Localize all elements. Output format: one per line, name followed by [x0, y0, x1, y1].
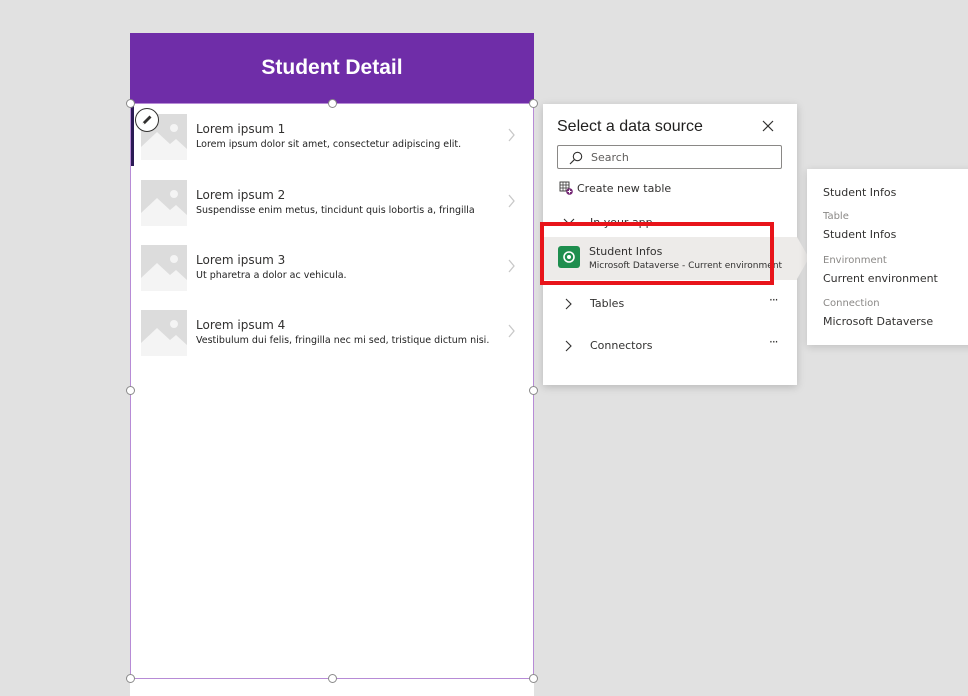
info-connection-label: Connection	[823, 298, 880, 309]
gallery-item-title: Lorem ipsum 4	[196, 318, 286, 332]
more-options-icon[interactable]: ···	[769, 293, 779, 307]
connectors-nav-item[interactable]: Connectors ···	[543, 330, 797, 362]
gallery-item-title: Lorem ipsum 3	[196, 253, 286, 267]
chevron-right-icon[interactable]	[507, 322, 517, 340]
gallery-item-subtitle: Lorem ipsum dolor sit amet, consectetur …	[196, 139, 462, 150]
gallery-item-subtitle: Vestibulum dui felis, fringilla nec mi s…	[196, 335, 490, 346]
resize-handle[interactable]	[126, 386, 135, 395]
resize-handle[interactable]	[328, 674, 337, 683]
screen-header: Student Detail	[130, 33, 534, 103]
gallery-item-subtitle: Suspendisse enim metus, tincidunt quis l…	[196, 205, 475, 216]
search-icon	[569, 151, 583, 165]
info-environment-label: Environment	[823, 255, 887, 266]
resize-handle[interactable]	[529, 386, 538, 395]
tables-label: Tables	[590, 297, 625, 310]
tables-nav-item[interactable]: Tables ···	[543, 288, 797, 320]
pencil-icon	[142, 115, 152, 125]
resize-handle[interactable]	[126, 674, 135, 683]
info-connection-value: Microsoft Dataverse	[823, 315, 934, 328]
table-add-icon	[559, 181, 573, 195]
info-title: Student Infos	[823, 186, 897, 199]
header-title: Student Detail	[261, 56, 403, 79]
highlight-box	[540, 222, 774, 285]
data-source-info-card: Student Infos Table Student Infos Enviro…	[807, 169, 968, 345]
more-options-icon[interactable]: ···	[769, 335, 779, 349]
edit-gallery-button[interactable]	[135, 108, 159, 132]
gallery-item[interactable]: Lorem ipsum 2 Suspendisse enim metus, ti…	[131, 170, 533, 234]
search-input[interactable]: Search	[557, 145, 782, 169]
gallery-item-title: Lorem ipsum 1	[196, 122, 286, 136]
panel-title: Select a data source	[557, 118, 703, 135]
connectors-label: Connectors	[590, 339, 653, 352]
close-icon[interactable]	[761, 119, 775, 133]
gallery-item[interactable]: Lorem ipsum 4 Vestibulum dui felis, frin…	[131, 300, 533, 364]
chevron-right-icon[interactable]	[507, 192, 517, 210]
resize-handle[interactable]	[328, 99, 337, 108]
resize-handle[interactable]	[529, 99, 538, 108]
search-placeholder: Search	[591, 151, 629, 164]
resize-handle[interactable]	[529, 674, 538, 683]
gallery[interactable]: Lorem ipsum 1 Lorem ipsum dolor sit amet…	[130, 103, 534, 679]
info-table-label: Table	[823, 211, 849, 222]
chevron-right-icon	[565, 340, 572, 352]
chevron-right-icon	[565, 298, 572, 310]
chevron-right-icon[interactable]	[507, 126, 517, 144]
gallery-item[interactable]: Lorem ipsum 1 Lorem ipsum dolor sit amet…	[131, 104, 533, 168]
image-placeholder-icon	[141, 245, 187, 291]
gallery-item[interactable]: Lorem ipsum 3 Ut pharetra a dolor ac veh…	[131, 235, 533, 299]
create-new-table-label: Create new table	[577, 182, 672, 195]
gallery-item-subtitle: Ut pharetra a dolor ac vehicula.	[196, 270, 347, 281]
image-placeholder-icon	[141, 180, 187, 226]
image-placeholder-icon	[141, 310, 187, 356]
info-table-value: Student Infos	[823, 228, 897, 241]
info-environment-value: Current environment	[823, 272, 938, 285]
gallery-item-title: Lorem ipsum 2	[196, 188, 286, 202]
resize-handle[interactable]	[126, 99, 135, 108]
chevron-right-icon[interactable]	[507, 257, 517, 275]
